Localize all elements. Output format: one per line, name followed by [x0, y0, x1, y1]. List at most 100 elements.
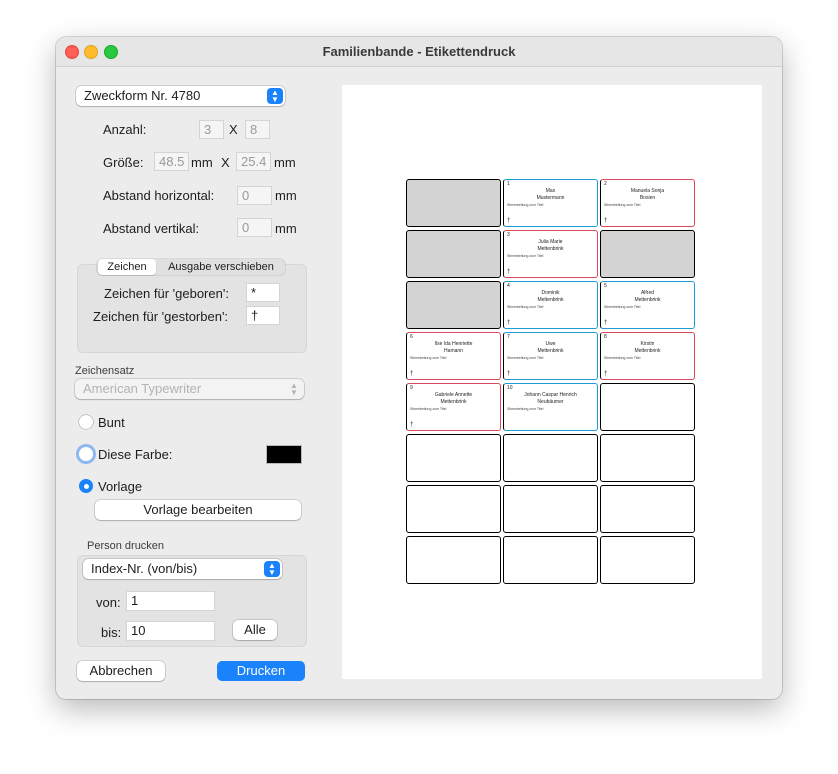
label-cell: [406, 281, 501, 329]
groesse-width-field[interactable]: 48.5: [154, 152, 189, 171]
groesse-unit1-label: mm: [191, 155, 213, 170]
radio-bunt-label: Bunt: [98, 415, 125, 430]
label-cell: [600, 485, 695, 533]
label-line1: Johann Caspar Henrich: [524, 392, 577, 398]
label-rel: Stimmbeitung zum Titel: [410, 356, 447, 360]
bis-label: bis:: [101, 625, 122, 640]
anzahl-rows-field[interactable]: 8: [245, 120, 270, 139]
label-line2: Mettenbrink: [537, 297, 564, 303]
label-line1: Alfred: [640, 290, 655, 296]
label-rel: Stimmbeitung zum Titel: [507, 203, 544, 207]
label-mark: †: [604, 371, 608, 377]
radio-vorlage-label: Vorlage: [98, 479, 143, 494]
bis-field[interactable]: 10: [126, 621, 215, 641]
alle-button[interactable]: Alle: [233, 620, 277, 640]
label-mark: †: [410, 422, 414, 428]
chevron-updown-icon: ▲ ▼: [290, 381, 298, 397]
anzahl-cols-field[interactable]: 3: [199, 120, 224, 139]
radio-bunt[interactable]: [79, 415, 93, 429]
abstand-horizontal-unit: mm: [275, 188, 297, 203]
label-cell: [503, 536, 598, 584]
label-mark: †: [507, 218, 511, 224]
groesse-x-label: X: [221, 155, 230, 170]
abstand-vertikal-field[interactable]: 0: [237, 218, 272, 237]
groesse-height-field[interactable]: 25.4: [236, 152, 271, 171]
anzahl-x-label: X: [229, 122, 238, 137]
label-cell: 5 Alfred Mettenbrink Stimmbeitung zum Titel…: [600, 281, 695, 329]
label-line2: Hamann: [444, 348, 463, 354]
label-cell: [406, 179, 501, 227]
label-idx: 1: [507, 181, 510, 187]
label-cell: 3 Julia Marie Mettenbrink Stimmbeitung zum …: [503, 230, 598, 278]
label-line2: Mettenbrink: [537, 246, 564, 252]
person-mode-value: Index-Nr. (von/bis): [91, 561, 198, 576]
label-line1: Max: [545, 188, 556, 194]
zeichensatz-popup[interactable]: American Typewriter ▲ ▼: [75, 379, 304, 399]
person-mode-popup[interactable]: Index-Nr. (von/bis) ▲ ▼: [83, 559, 282, 579]
label-cell: [406, 230, 501, 278]
label-cell: 6 Ilse Ida Henriette Hamann Stimmbeitung zu…: [406, 332, 501, 380]
color-swatch[interactable]: [266, 445, 302, 464]
label-line2: Mettenbrink: [537, 348, 564, 354]
groesse-label: Größe:: [103, 155, 144, 170]
label-idx: 6: [410, 334, 413, 340]
label-cell: [600, 383, 695, 431]
label-line1: Manuela Sonja: [630, 188, 665, 194]
abbrechen-button[interactable]: Abbrechen: [77, 661, 165, 681]
label-cell: 9 Gabriele Annette Mettenbrink Stimmbeitung…: [406, 383, 501, 431]
label-cell: [406, 485, 501, 533]
label-cell: [503, 485, 598, 533]
label-mark: †: [507, 371, 511, 377]
label-cell: 1 Max Mustermann Stimmbeitung zum Titel †: [503, 179, 598, 227]
zeichen-geboren-field[interactable]: *: [246, 283, 280, 302]
label-cell: 8 Kirstin Mettenbrink Stimmbeitung zum Tite…: [600, 332, 695, 380]
tab-ausgabe-verschieben[interactable]: Ausgabe verschieben: [159, 259, 283, 275]
zeichen-tab-control: Zeichen Ausgabe verschieben: [97, 259, 285, 275]
label-line1: Dominik: [541, 290, 560, 296]
abstand-horizontal-field[interactable]: 0: [237, 186, 272, 205]
chevron-updown-icon: ▲ ▼: [264, 561, 280, 577]
label-cell: [503, 434, 598, 482]
label-mark: †: [507, 269, 511, 275]
label-cell: 4 Dominik Mettenbrink Stimmbeitung zum Tite…: [503, 281, 598, 329]
label-format-value: Zweckform Nr. 4780: [84, 88, 201, 103]
tab-zeichen[interactable]: Zeichen: [98, 259, 156, 275]
label-idx: 9: [410, 385, 413, 391]
radio-vorlage[interactable]: [79, 479, 93, 493]
zeichen-gestorben-field[interactable]: †: [246, 306, 280, 325]
von-label: von:: [96, 595, 121, 610]
label-mark: †: [410, 371, 414, 377]
label-idx: 10: [507, 385, 513, 391]
label-rel: Stimmbeitung zum Titel: [604, 305, 641, 309]
label-cell: [600, 434, 695, 482]
person-drucken-label: Person drucken: [87, 540, 165, 552]
label-format-popup[interactable]: Zweckform Nr. 4780 ▲ ▼: [76, 86, 285, 106]
label-line2: Mettenbrink: [634, 348, 661, 354]
label-idx: 2: [604, 181, 607, 187]
label-line2: Mustermann: [536, 195, 565, 201]
label-rel: Stimmbeitung zum Titel: [507, 407, 544, 411]
label-rel: Stimmbeitung zum Titel: [507, 305, 544, 309]
label-line1: Uwe: [545, 341, 556, 347]
label-line2: Mettenbrink: [440, 399, 467, 405]
label-mark: †: [604, 320, 608, 326]
radio-diese-farbe[interactable]: [79, 447, 93, 461]
abstand-vertikal-label: Abstand vertikal:: [103, 221, 200, 236]
groesse-unit2-label: mm: [274, 155, 296, 170]
label-rel: Stimmbeitung zum Titel: [410, 407, 447, 411]
label-cell: 10 Johann Caspar Henrich Neubäumer Stimmbei…: [503, 383, 598, 431]
vorlage-bearbeiten-button[interactable]: Vorlage bearbeiten: [95, 500, 301, 520]
drucken-button[interactable]: Drucken: [217, 661, 305, 681]
label-rel: Stimmbeitung zum Titel: [507, 254, 544, 258]
label-mark: †: [507, 320, 511, 326]
label-cell: [406, 434, 501, 482]
radio-diese-farbe-label: Diese Farbe:: [98, 447, 173, 462]
label-cell: 2 Manuela Sonja Bosien Stimmbeitung zum Tit…: [600, 179, 695, 227]
label-line2: Neubäumer: [537, 399, 564, 405]
chevron-updown-icon: ▲ ▼: [267, 88, 283, 104]
zeichen-geboren-label: Zeichen für 'geboren':: [104, 286, 229, 301]
label-line1: Kirstin: [640, 341, 655, 347]
abstand-vertikal-unit: mm: [275, 221, 297, 236]
label-cell: [600, 230, 695, 278]
von-field[interactable]: 1: [126, 591, 215, 611]
